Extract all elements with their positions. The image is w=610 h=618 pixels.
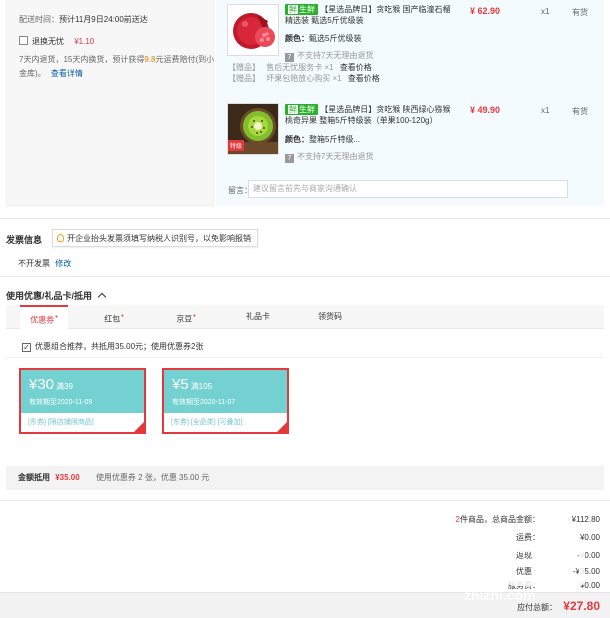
grade-badge: 特级 (228, 140, 245, 151)
gift-1-price-link[interactable]: 查看价格 (340, 63, 372, 72)
divider (0, 218, 610, 219)
goods-2-stock: 有货 (572, 107, 588, 116)
goods-1-attr: 颜色：甄选5斤优级装 (285, 34, 362, 43)
service-fee-row: 服务费： ¥0.00 (508, 581, 600, 590)
invoice-tip: 开企业抬头发票须填写纳税人识别号，以免影响报销 (52, 229, 258, 247)
delivery-time: 配送时间：预计11月9日24:00前送达 (19, 15, 148, 24)
goods-2-attr: 颜色：整箱5斤特级... (285, 135, 361, 144)
goods-1-no-return: 7 不支持7天无理由退货 (285, 50, 373, 62)
fresh-tag: 鲜生鲜 (285, 104, 318, 115)
goods-1-qty: x1 (541, 7, 550, 16)
pomegranate-thumbnail[interactable] (227, 4, 279, 56)
goods-2-no-return: 7 不支持7天无理由退货 (285, 151, 373, 163)
selected-check-icon (134, 422, 144, 432)
shipping-panel: 配送时间：预计11月9日24:00前送达 退换无忧 ¥1.10 7天内退货，15… (6, 0, 214, 206)
divider (0, 500, 610, 501)
goods-list: 鲜生鲜 【星选品牌日】贪吃猴 国产临潼石榴精选装 甄选5斤优级装 颜色：甄选5斤… (216, 0, 604, 206)
tab-claim-code[interactable]: 领货码 (306, 305, 354, 329)
tab-jd-beans[interactable]: 京豆• (162, 305, 210, 329)
invoice-value: 不开发票 修改 (18, 259, 72, 268)
pomegranate-image (228, 5, 278, 55)
discount-row: 优惠： -¥35.00 (516, 567, 600, 576)
gift-row: 【赠品】 坏果包赔放心购买 ×1 查看价格 (228, 74, 380, 83)
gift-row: 【赠品】 售后无忧服务卡 ×1 查看价格 (228, 63, 372, 72)
tab-coupon[interactable]: 优惠券• (20, 305, 68, 330)
fresh-tag: 鲜生鲜 (285, 4, 318, 15)
no-return-icon: 7 (285, 154, 294, 163)
kiwi-thumbnail[interactable]: 特级 (227, 103, 279, 155)
payable-bar: 应付总额： ¥27.80 (0, 592, 610, 618)
goods-total-row: 2件商品，总商品金额： ¥112.80 (455, 515, 600, 524)
selected-check-icon (277, 422, 287, 432)
coupon-section-toggle[interactable]: 使用优惠/礼品卡/抵用 (6, 289, 106, 302)
payable-total: 应付总额： ¥27.80 (517, 599, 600, 613)
combo-recommend[interactable]: 优惠组合推荐，共抵用35.00元；使用优惠券2张 (22, 341, 203, 352)
divider (6, 357, 604, 358)
coupon-card-5[interactable]: ¥5 满105 有效期至2020-11-07 [东券] [全品类] [可叠加] (162, 368, 289, 434)
no-return-icon: 7 (285, 53, 294, 62)
combo-checkbox[interactable] (22, 343, 31, 352)
return-policy-line2: 金库)。 查看详情 (19, 69, 83, 78)
goods-2-title[interactable]: 鲜生鲜 【星选品牌日】贪吃猴 陕西绿心猕猴桃奇异果 整箱5斤特级装（单果100-… (285, 104, 455, 126)
worry-free-checkbox[interactable] (19, 36, 28, 45)
cashback-row: 返现： -¥0.00 (516, 551, 600, 560)
invoice-title: 发票信息 (6, 235, 43, 245)
gift-2-price-link[interactable]: 查看价格 (348, 74, 380, 83)
divider (0, 276, 610, 277)
chevron-up-icon (97, 292, 106, 302)
shipping-fee-row: 运费： ¥0.00 (516, 533, 600, 542)
goods-1-price: ¥ 62.90 (470, 6, 501, 16)
coupon-card-30[interactable]: ¥30 满39 有效期至2020-11-09 [东券] [限店铺限商品] (19, 368, 146, 434)
coupon-summary: 金额抵用 ¥35.00 使用优惠券 2 张，优惠 35.00 元 (6, 466, 604, 490)
coupon-tabs: 优惠券• 红包• 京豆• 礼品卡 领货码 (6, 305, 604, 330)
goods-2-qty: x1 (541, 106, 550, 115)
goods-1-title[interactable]: 鲜生鲜 【星选品牌日】贪吃猴 国产临潼石榴精选装 甄选5斤优级装 (285, 4, 455, 26)
goods-2-price: ¥ 49.90 (470, 105, 501, 115)
invoice-edit-link[interactable]: 修改 (55, 259, 71, 268)
tab-gift-card[interactable]: 礼品卡 (234, 305, 282, 329)
return-policy-line1: 7天内退货，15天内换货，预计获得9.8元运费赔付(到小 (19, 55, 215, 64)
view-details-link[interactable]: 查看详情 (51, 69, 83, 78)
remark-input[interactable]: 建议留言前先与商家沟通确认 (248, 180, 568, 198)
lightbulb-icon (57, 234, 64, 242)
tab-red-packet[interactable]: 红包• (90, 305, 138, 329)
worry-free-option[interactable]: 退换无忧 ¥1.10 (19, 36, 94, 47)
goods-1-stock: 有货 (572, 8, 588, 17)
